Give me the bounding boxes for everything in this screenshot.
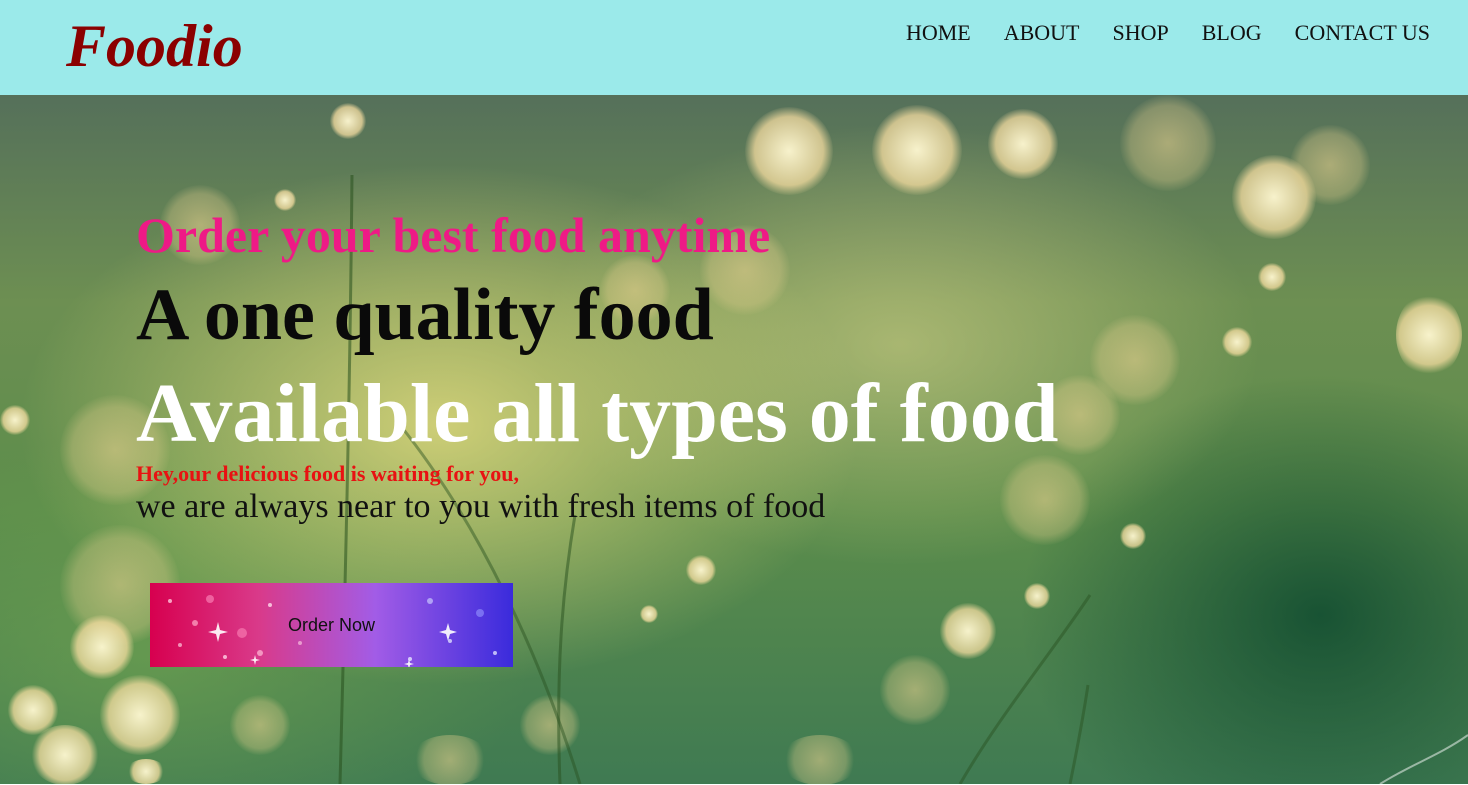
nav-item-contact-us[interactable]: CONTACT US [1295, 19, 1430, 47]
nav-menu: HOME ABOUT SHOP BLOG CONTACT US [906, 19, 1430, 47]
hero-greeting: Hey,our delicious food is waiting for yo… [136, 461, 520, 486]
navbar: Foodio HOME ABOUT SHOP BLOG CONTACT US [0, 0, 1468, 95]
nav-item-shop[interactable]: SHOP [1113, 19, 1169, 47]
nav-item-home[interactable]: HOME [906, 19, 971, 47]
brand-logo[interactable]: Foodio [66, 10, 243, 82]
hero-headline: A one quality food [136, 274, 714, 356]
hero-subheadline: Available all types of food [136, 367, 1059, 460]
nav-item-about[interactable]: ABOUT [1004, 19, 1080, 47]
order-now-label: Order Now [287, 614, 376, 635]
hero-description: we are always near to you with fresh ite… [136, 488, 826, 525]
nav-item-blog[interactable]: BLOG [1202, 19, 1262, 47]
hero-section: Order your best food anytime A one quali… [0, 95, 1468, 784]
hero-content: Order your best food anytime A one quali… [136, 207, 1058, 527]
hero-tagline: Order your best food anytime [136, 207, 771, 263]
order-now-button[interactable]: Order Now [150, 583, 513, 667]
